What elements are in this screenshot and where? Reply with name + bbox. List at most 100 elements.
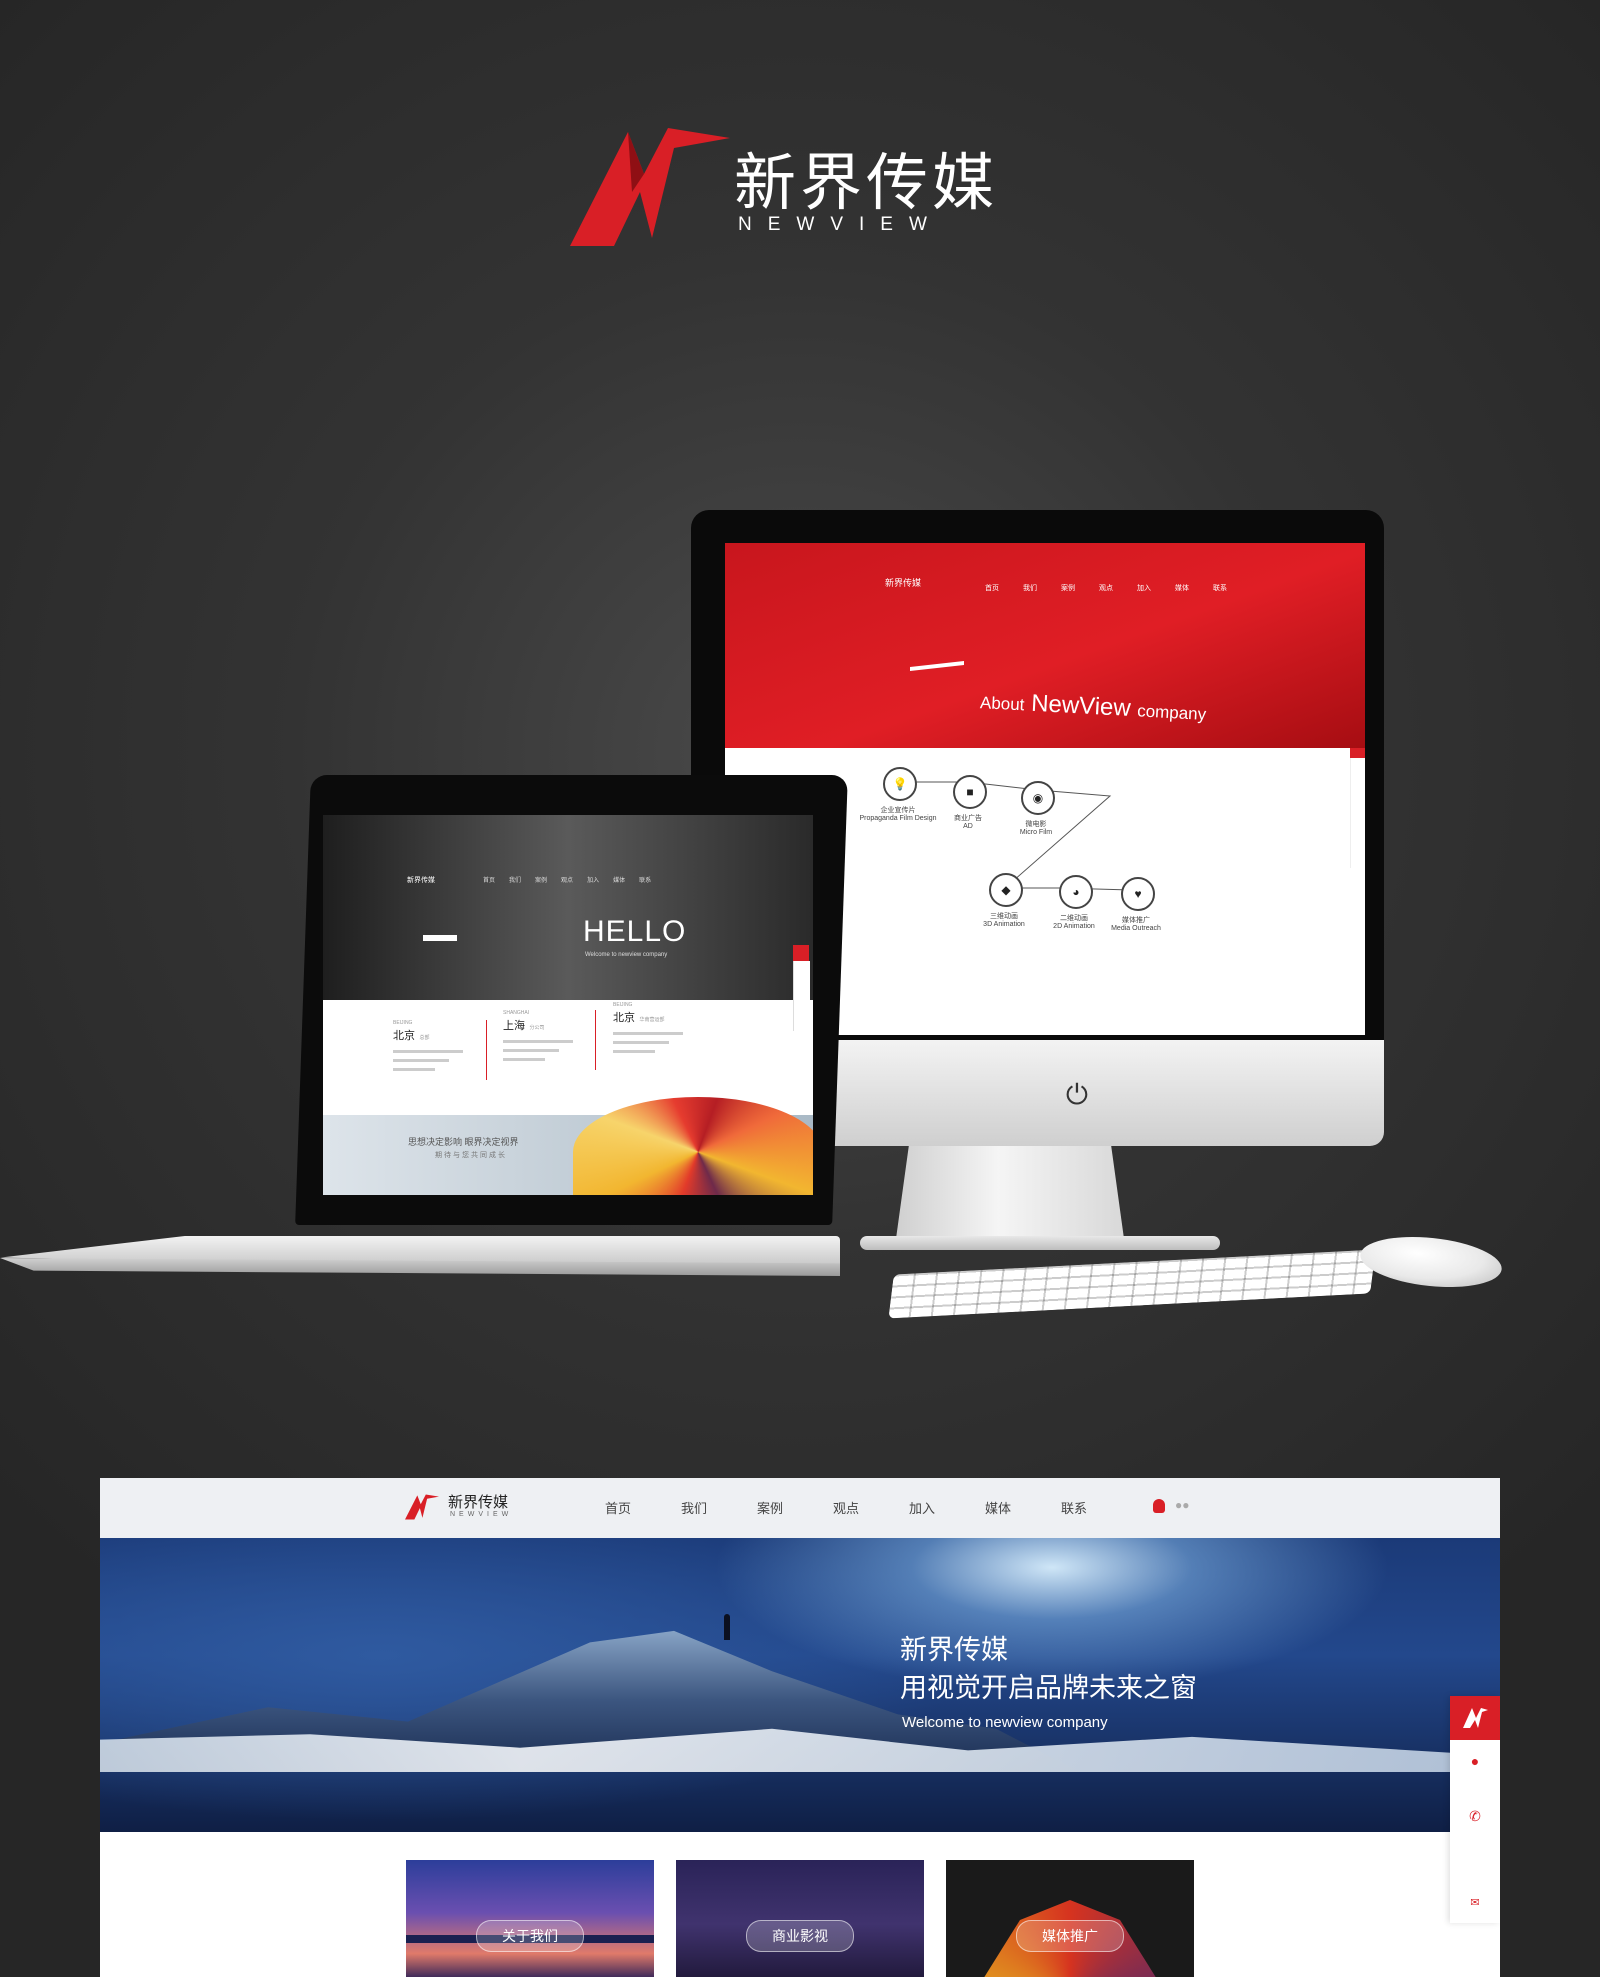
site-menu-views[interactable]: 观点 bbox=[833, 1498, 859, 1517]
service-name: 媒体推广 bbox=[1122, 917, 1150, 924]
office-detail-line bbox=[613, 1041, 669, 1044]
laptop-nav-item[interactable]: 加入 bbox=[587, 875, 599, 884]
laptop-nav-item[interactable]: 联系 bbox=[639, 875, 651, 884]
tile-media-promotion[interactable]: 媒体推广 bbox=[946, 1860, 1194, 1977]
imac-nav-item[interactable]: 观点 bbox=[1099, 583, 1113, 593]
wechat-icon[interactable]: ●● bbox=[1175, 1499, 1191, 1511]
site-hero-slogan: 用视觉开启品牌未来之窗 bbox=[900, 1673, 1197, 1703]
imac-nav-item[interactable]: 加入 bbox=[1137, 583, 1151, 593]
laptop-nav-item[interactable]: 我们 bbox=[509, 875, 521, 884]
qq-icon[interactable]: ● bbox=[1450, 1753, 1500, 1769]
site-menu-cases[interactable]: 案例 bbox=[757, 1498, 783, 1517]
office-card: BEIJING 北京 华南营运部 bbox=[613, 1002, 683, 1053]
site-hero-welcome: Welcome to newview company bbox=[902, 1714, 1108, 1731]
office-city: 北京 bbox=[613, 1012, 635, 1024]
laptop-nav-item[interactable]: 案例 bbox=[535, 875, 547, 884]
site-hero-title: 新界传媒 bbox=[900, 1635, 1008, 1665]
laptop-logo[interactable]: 新界传媒 bbox=[407, 875, 435, 885]
office-detail-line bbox=[393, 1068, 435, 1071]
imac-title-brand: NewView bbox=[1030, 689, 1132, 722]
brand-name-cn: 新界传媒 bbox=[734, 146, 999, 219]
qq-icon[interactable] bbox=[1153, 1499, 1165, 1513]
office-divider bbox=[595, 1010, 596, 1070]
tile-about[interactable]: 关于我们 bbox=[406, 1860, 654, 1977]
laptop-side-logo[interactable] bbox=[793, 945, 809, 961]
mouse bbox=[1357, 1230, 1505, 1294]
office-detail-line bbox=[503, 1040, 573, 1043]
service-name-en: Media Outreach bbox=[1111, 925, 1161, 932]
site-menu-media[interactable]: 媒体 bbox=[985, 1498, 1011, 1517]
service-label: 媒体推广 Media Outreach bbox=[1091, 915, 1181, 932]
office-detail-line bbox=[393, 1059, 449, 1062]
video-camera-icon[interactable]: ■ bbox=[953, 775, 987, 809]
service-name: 微电影 bbox=[1025, 821, 1047, 828]
photo-camera-icon[interactable]: ◉ bbox=[1021, 781, 1055, 815]
imac-nav-item[interactable]: 案例 bbox=[1061, 583, 1075, 593]
office-divider bbox=[486, 1020, 487, 1080]
service-label: 微电影 Micro Film bbox=[991, 819, 1081, 836]
laptop-screen: 新界传媒 首页 我们 案例 观点 加入 媒体 联系 HELLO Welcome … bbox=[323, 815, 813, 1195]
newview-logo-icon bbox=[570, 128, 730, 246]
office-tag: 华南营运部 bbox=[639, 1017, 665, 1023]
site-menu-join[interactable]: 加入 bbox=[909, 1498, 935, 1517]
website-preview: 新界传媒 NEWVIEW 首页 我们 案例 观点 加入 媒体 联系 ●● 新界传… bbox=[100, 1478, 1500, 1977]
tile-label: 关于我们 bbox=[476, 1920, 584, 1952]
office-card: SHANGHAI 上海 分公司 bbox=[503, 1010, 573, 1061]
imac-nav-item[interactable]: 媒体 bbox=[1175, 583, 1189, 593]
laptop-hero-dash bbox=[423, 935, 457, 941]
hot-air-balloon-image bbox=[573, 1097, 813, 1195]
site-menu-about[interactable]: 我们 bbox=[681, 1498, 707, 1517]
laptop-hero-title: HELLO bbox=[583, 915, 687, 948]
laptop-nav-item[interactable]: 观点 bbox=[561, 875, 573, 884]
person-silhouette bbox=[724, 1614, 730, 1640]
newview-logo-icon[interactable] bbox=[405, 1493, 439, 1521]
imac-nav-item[interactable]: 我们 bbox=[1023, 583, 1037, 593]
site-menu: 首页 我们 案例 观点 加入 媒体 联系 bbox=[605, 1498, 1087, 1517]
service-name-en: Micro Film bbox=[1019, 829, 1053, 836]
site-menu-home[interactable]: 首页 bbox=[605, 1498, 631, 1517]
office-detail-line bbox=[613, 1032, 683, 1035]
lightbulb-icon[interactable]: 💡 bbox=[883, 767, 917, 801]
keyboard bbox=[888, 1249, 1376, 1319]
office-card: BEIJING 北京 总部 bbox=[393, 1020, 463, 1071]
laptop-hero bbox=[323, 815, 813, 1000]
imac-nav-item[interactable]: 首页 bbox=[985, 583, 999, 593]
mail-icon[interactable]: ✉ bbox=[1450, 1896, 1500, 1909]
laptop-nav: 首页 我们 案例 观点 加入 媒体 联系 bbox=[483, 875, 651, 884]
laptop-hero-subtitle: Welcome to newview company bbox=[585, 952, 668, 958]
tile-label: 商业影视 bbox=[746, 1920, 854, 1952]
tile-commercial-film[interactable]: 商业影视 bbox=[676, 1860, 924, 1977]
office-city: 上海 bbox=[503, 1020, 525, 1032]
tile-label: 媒体推广 bbox=[1016, 1920, 1124, 1952]
office-detail-line bbox=[503, 1058, 545, 1061]
site-menu-contact[interactable]: 联系 bbox=[1061, 1498, 1087, 1517]
office-detail-line bbox=[613, 1050, 655, 1053]
laptop-side-toolbar bbox=[793, 961, 810, 1031]
cube-icon[interactable]: ◆ bbox=[989, 873, 1023, 907]
office-tag: 总部 bbox=[419, 1035, 430, 1041]
imac-nav: 首页 我们 案例 观点 加入 媒体 联系 bbox=[985, 583, 1227, 593]
brand-name-en: NEWVIEW bbox=[738, 214, 943, 235]
laptop-banner-line2: 期待与您共同成长 bbox=[435, 1152, 507, 1159]
site-logo-en: NEWVIEW bbox=[450, 1511, 513, 1518]
imac-side-toolbar bbox=[1350, 758, 1365, 868]
office-city: 北京 bbox=[393, 1030, 415, 1042]
laptop-banner-line1: 思想决定影响 眼界决定视界 bbox=[408, 1137, 519, 1147]
office-tag: 分公司 bbox=[529, 1025, 545, 1031]
imac-stand bbox=[895, 1146, 1125, 1246]
office-detail-line bbox=[503, 1049, 559, 1052]
site-logo-cn[interactable]: 新界传媒 bbox=[448, 1491, 508, 1512]
power-icon: ⏻ bbox=[1065, 1079, 1089, 1110]
imac-stand-base bbox=[860, 1236, 1220, 1250]
newview-logo-icon[interactable] bbox=[1450, 1696, 1500, 1740]
laptop-nav-item[interactable]: 媒体 bbox=[613, 875, 625, 884]
laptop-nav-item[interactable]: 首页 bbox=[483, 875, 495, 884]
imac-logo[interactable]: 新界传媒 bbox=[885, 576, 921, 589]
heart-icon[interactable]: ♥ bbox=[1121, 877, 1155, 911]
imac-nav-item[interactable]: 联系 bbox=[1213, 583, 1227, 593]
office-detail-line bbox=[393, 1050, 463, 1053]
imac-title-suffix: company bbox=[1136, 701, 1207, 724]
pacman-icon[interactable]: ◕ bbox=[1059, 875, 1093, 909]
imac-title-prefix: About bbox=[979, 693, 1025, 715]
phone-icon[interactable]: ✆ bbox=[1450, 1808, 1500, 1825]
